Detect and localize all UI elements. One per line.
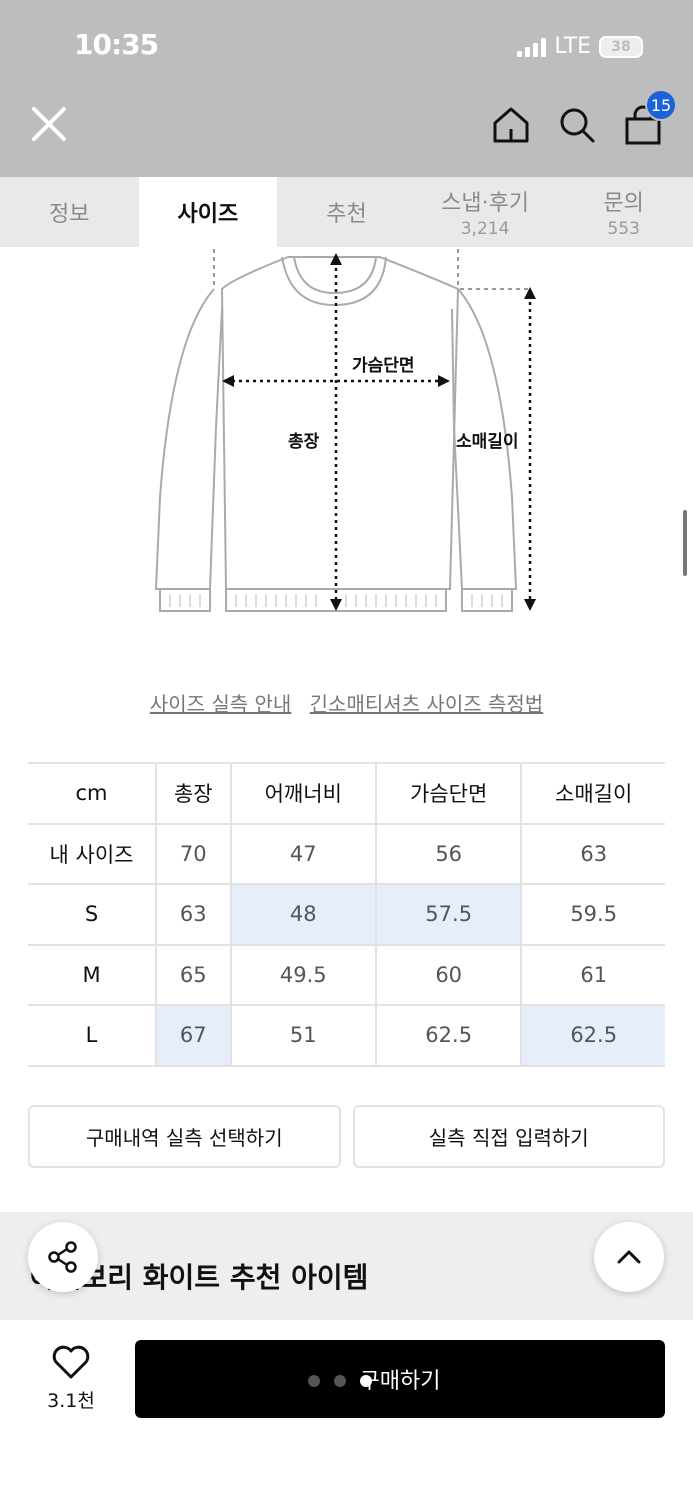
table-row: S 63 48 57.5 59.5 [28, 884, 665, 946]
tab-inquiry[interactable]: 문의 553 [554, 177, 693, 247]
home-icon [493, 107, 529, 143]
tab-count: 553 [607, 219, 640, 239]
like-button[interactable]: 3.1천 [38, 1344, 104, 1413]
status-bar: 10:35 LTE 38 [0, 0, 693, 95]
close-icon [32, 107, 66, 141]
table-header-row: cm 총장 어깨너비 가슴단면 소매길이 [28, 762, 665, 825]
tab-recommend[interactable]: 추천 [277, 177, 416, 247]
table-cell: 49.5 [230, 944, 377, 1006]
size-table: cm 총장 어깨너비 가슴단면 소매길이 내 사이즈 70 47 56 63 S… [28, 762, 665, 1067]
tab-label: 스냅·후기 [441, 191, 530, 216]
table-header: 총장 [156, 762, 232, 825]
search-icon [560, 108, 595, 143]
table-cell: 47 [230, 823, 377, 885]
network-label: LTE [554, 34, 591, 59]
table-cell: 61 [521, 944, 665, 1006]
table-cell-highlight: 48 [230, 884, 377, 946]
longsleeve-measure-method-link[interactable]: 긴소매티셔츠 사이즈 측정법 [310, 692, 544, 716]
buy-button[interactable]: 구매하기 [135, 1340, 665, 1418]
search-button[interactable] [557, 105, 597, 145]
table-cell: 60 [375, 944, 523, 1006]
tab-label: 추천 [326, 202, 367, 227]
share-button[interactable] [28, 1222, 98, 1292]
table-header: 가슴단면 [375, 762, 523, 825]
tab-label: 정보 [49, 202, 90, 227]
bottom-purchase-bar: 3.1천 구매하기 [0, 1320, 693, 1500]
chest-label: 가슴단면 [352, 356, 415, 376]
table-cell-highlight: 57.5 [375, 884, 523, 946]
select-purchase-history-button[interactable]: 구매내역 실측 선택하기 [28, 1105, 341, 1168]
table-row: 내 사이즈 70 47 56 63 [28, 823, 665, 885]
battery-icon: 38 [599, 35, 643, 58]
row-label: M [28, 944, 157, 1006]
like-count: 3.1천 [47, 1390, 95, 1412]
table-cell: 59.5 [521, 884, 665, 946]
sleeve-label: 소매길이 [456, 432, 519, 452]
page-dot-active [360, 1375, 372, 1387]
close-button[interactable] [28, 103, 72, 147]
page-indicator [308, 1375, 372, 1387]
tab-label: 사이즈 [177, 202, 239, 227]
table-cell: 65 [156, 944, 232, 1006]
table-cell-highlight: 67 [156, 1005, 232, 1067]
recommendation-section: 아이보리 화이트 추천 아이템 [0, 1212, 693, 1320]
row-label: S [28, 884, 157, 946]
table-cell: 51 [230, 1005, 377, 1067]
share-icon [48, 1241, 77, 1273]
table-cell: 70 [156, 823, 232, 885]
chevron-up-icon [617, 1250, 641, 1264]
table-row: L 67 51 62.5 62.5 [28, 1005, 665, 1067]
tab-size[interactable]: 사이즈 [138, 177, 278, 247]
product-tabs: 정보 사이즈 추천 스냅·후기 3,214 문의 553 [0, 177, 693, 247]
row-label: 내 사이즈 [28, 823, 157, 885]
table-header: cm [28, 762, 157, 825]
top-nav: 15 [0, 89, 693, 177]
table-cell: 63 [521, 823, 665, 885]
tab-info[interactable]: 정보 [0, 177, 139, 247]
table-header: 소매길이 [521, 762, 665, 825]
page-dot [334, 1375, 346, 1387]
status-time: 10:35 [74, 28, 159, 61]
table-cell: 56 [375, 823, 523, 885]
table-cell: 63 [156, 884, 232, 946]
cart-button[interactable]: 15 [623, 89, 677, 145]
cart-count-badge: 15 [645, 89, 677, 121]
home-button[interactable] [491, 105, 531, 145]
table-cell-highlight: 62.5 [521, 1005, 665, 1067]
row-label: L [28, 1005, 157, 1067]
size-diagram: 가슴단면 총장 소매길이 [0, 247, 693, 637]
table-row: M 65 49.5 60 61 [28, 944, 665, 1006]
size-measure-guide-link[interactable]: 사이즈 실측 안내 [150, 692, 292, 716]
battery-level: 38 [611, 38, 631, 55]
tab-label: 문의 [603, 191, 644, 216]
enter-measurement-button[interactable]: 실측 직접 입력하기 [352, 1105, 665, 1168]
length-label: 총장 [288, 432, 320, 452]
table-header: 어깨너비 [230, 762, 377, 825]
scrollbar[interactable] [683, 510, 687, 576]
tab-count: 3,214 [460, 219, 510, 239]
table-cell: 62.5 [375, 1005, 523, 1067]
heart-icon [52, 1345, 90, 1379]
tab-snap-review[interactable]: 스냅·후기 3,214 [416, 177, 555, 247]
size-action-buttons: 구매내역 실측 선택하기 실측 직접 입력하기 [28, 1105, 665, 1168]
sweatshirt-diagram-image [154, 249, 536, 612]
page-dot [308, 1375, 320, 1387]
size-guide-links: 사이즈 실측 안내 긴소매티셔츠 사이즈 측정법 [0, 688, 693, 717]
scroll-top-button[interactable] [594, 1222, 664, 1292]
status-indicators: LTE 38 [517, 34, 643, 59]
signal-icon [517, 37, 547, 57]
